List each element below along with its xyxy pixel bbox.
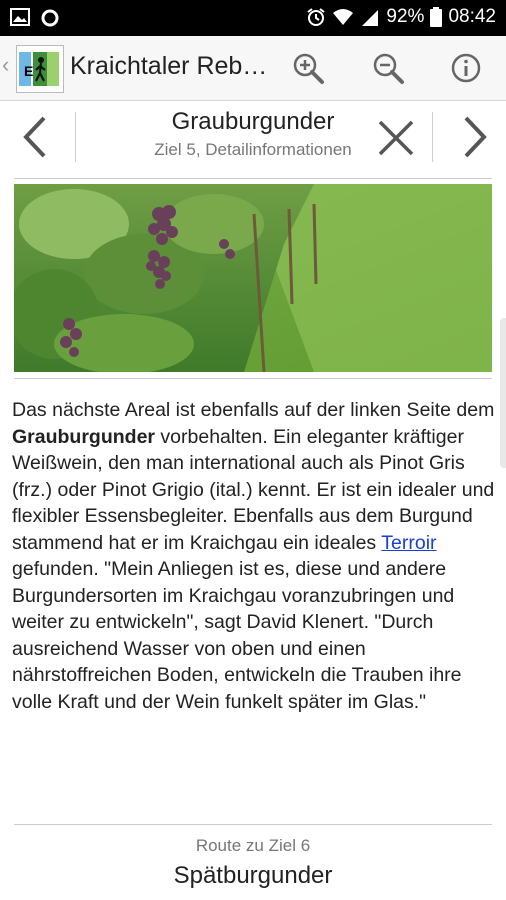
- zoom-in-button[interactable]: [288, 48, 328, 88]
- signal-icon: [362, 10, 379, 26]
- wifi-icon: [333, 9, 354, 25]
- next-route-name[interactable]: Spätburgunder: [0, 862, 506, 890]
- separator: [14, 178, 492, 179]
- separator: [14, 824, 492, 825]
- close-detail-button[interactable]: [372, 114, 420, 162]
- alarm-icon: [307, 8, 326, 26]
- detail-navigation: Grauburgunder Ziel 5, Detailinformatione…: [0, 100, 506, 176]
- vineyard-photo: [14, 184, 492, 372]
- zoom-out-icon: [373, 53, 404, 84]
- gallery-notification-icon: [10, 8, 30, 26]
- zoom-out-button[interactable]: [368, 48, 408, 88]
- chevron-right-icon: [464, 116, 487, 158]
- close-icon: [378, 120, 414, 156]
- info-icon: [451, 53, 481, 83]
- battery-icon: [430, 7, 443, 27]
- back-arrow-icon[interactable]: ‹: [2, 52, 9, 78]
- next-route-label[interactable]: Route zu Ziel 6: [0, 836, 506, 856]
- hiker-logo-icon: E: [19, 52, 59, 86]
- edge-panel-handle[interactable]: [500, 318, 506, 468]
- clock: 08:42: [448, 6, 496, 27]
- status-bar: 92% 08:42: [0, 0, 506, 36]
- next-target-button[interactable]: [452, 110, 496, 164]
- sync-notification-icon: [41, 9, 59, 27]
- battery-percentage: 92%: [386, 6, 425, 27]
- previous-target-button[interactable]: [14, 110, 58, 164]
- zoom-in-icon: [293, 53, 324, 84]
- app-logo[interactable]: E: [16, 45, 64, 93]
- divider: [432, 112, 433, 162]
- divider: [75, 112, 76, 162]
- svg-text:E: E: [24, 63, 33, 79]
- article-text: Das nächste Areal ist ebenfalls auf der …: [12, 397, 498, 715]
- terroir-link[interactable]: Terroir: [381, 532, 436, 554]
- separator: [14, 378, 492, 379]
- app-bar: ‹ E Kraichtaler Reb…: [0, 36, 506, 101]
- article-text-part: Das nächste Areal ist ebenfalls auf der …: [12, 399, 495, 421]
- info-button[interactable]: [446, 48, 486, 88]
- chevron-left-icon: [23, 116, 46, 158]
- grape-variety-bold: Grauburgunder: [12, 425, 156, 448]
- app-title: Kraichtaler Reb…: [70, 52, 268, 80]
- article-text-part: gefunden. "Mein Anliegen ist es, diese u…: [12, 558, 462, 713]
